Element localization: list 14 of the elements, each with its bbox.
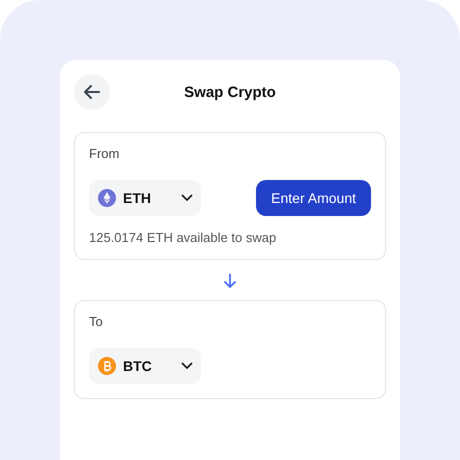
back-arrow-icon [82,82,102,102]
chevron-down-icon [181,362,193,370]
to-label: To [89,314,103,329]
balance-text: 125.0174 ETH available to swap [89,230,276,245]
coin-selector[interactable]: ETH [89,180,201,216]
down-arrow-icon [223,273,237,289]
bitcoin-icon [98,357,116,375]
back-button[interactable] [74,74,110,110]
ethereum-icon [98,189,116,207]
from-label: From [89,146,120,161]
chevron-down-icon [181,194,193,202]
screen-title: Swap Crypto [184,84,276,100]
enter-amount-button[interactable]: Enter Amount [256,180,371,216]
coin-selector[interactable]: BTC [89,348,201,384]
